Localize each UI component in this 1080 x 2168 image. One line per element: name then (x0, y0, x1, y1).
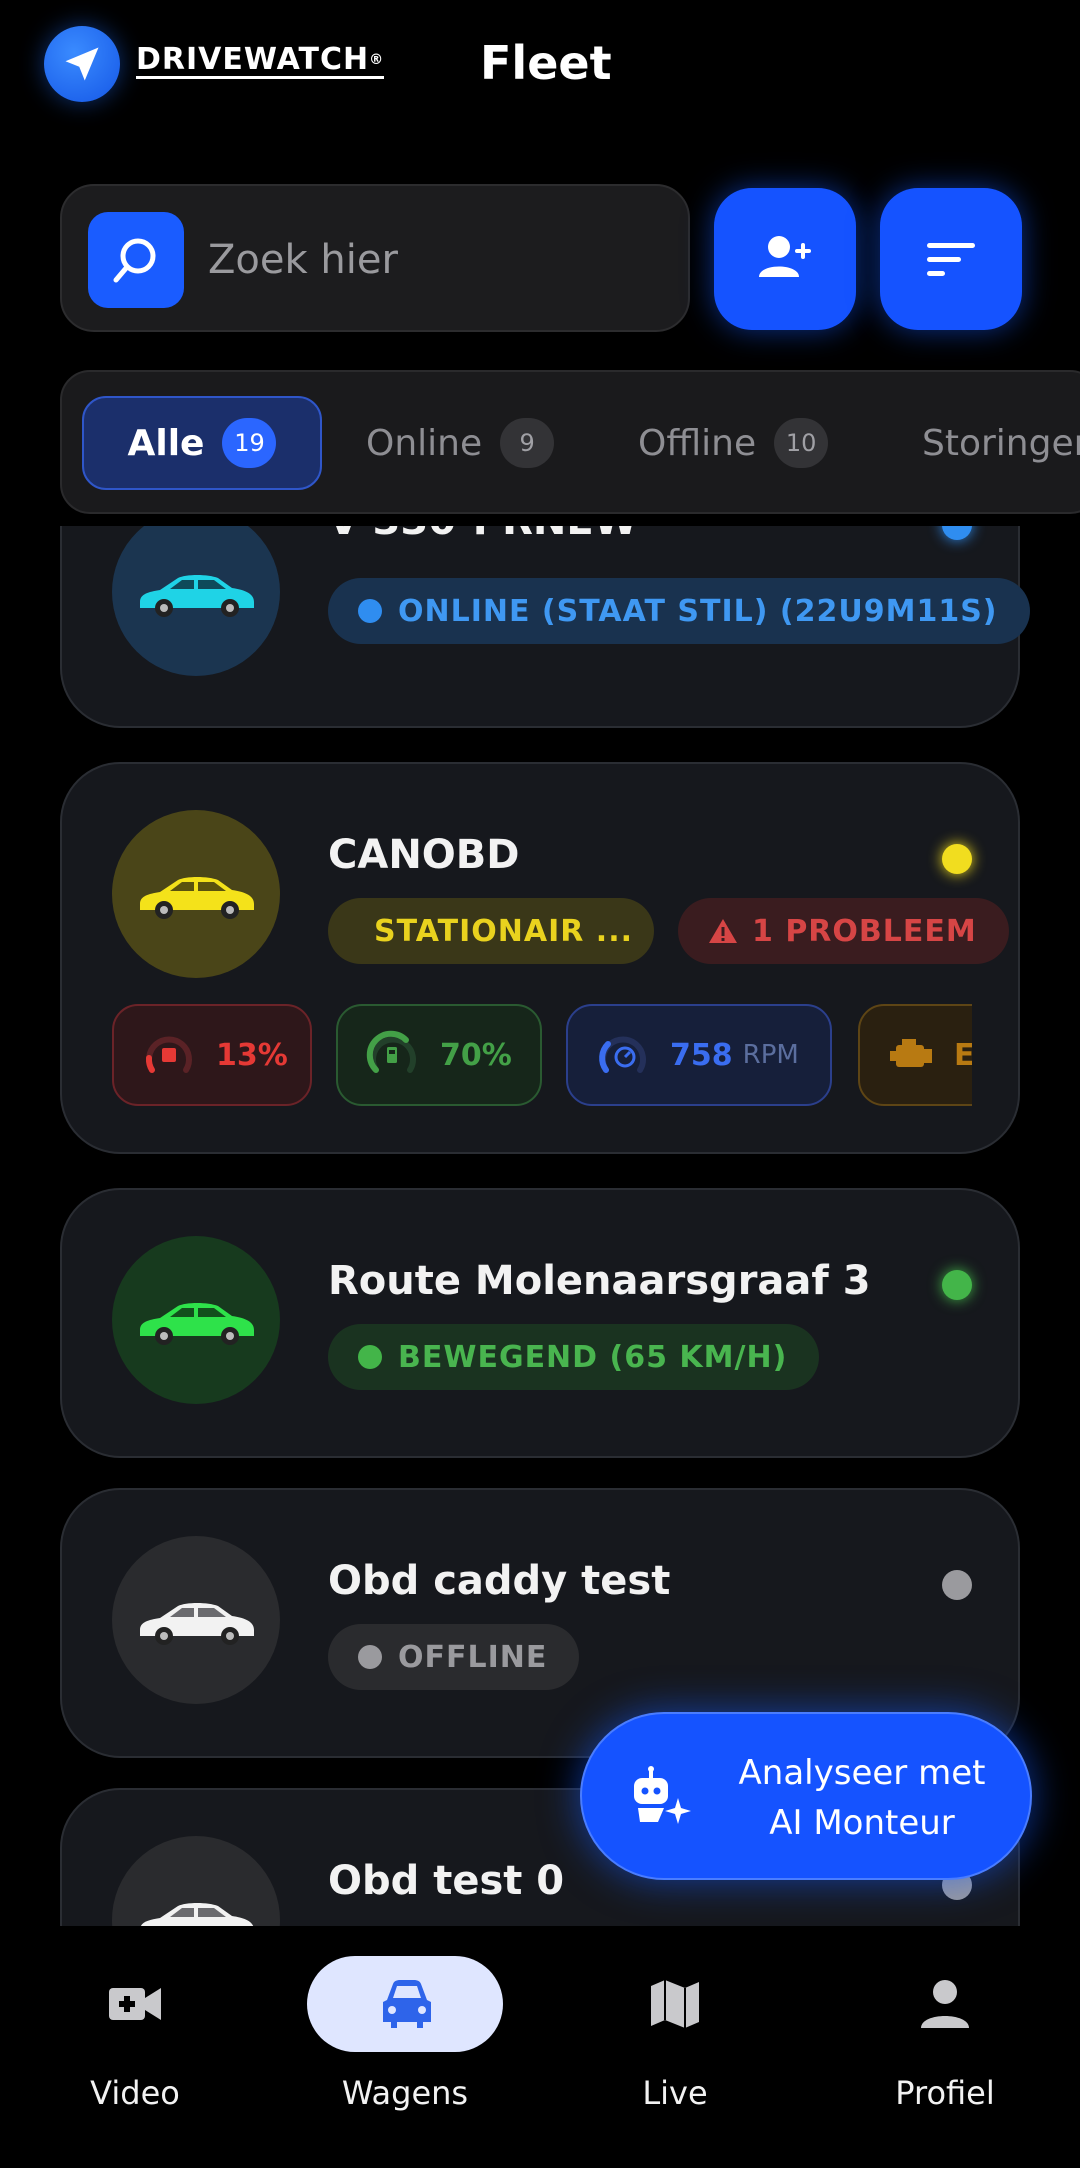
tab-count-badge: 9 (500, 418, 555, 468)
tab-label: Online (366, 422, 483, 464)
tachometer-icon (599, 1036, 646, 1073)
vehicle-card[interactable]: CANOBD STATIONAIR ... 1 PROBLEEM 13% 70%… (60, 762, 1020, 1154)
tab-offline[interactable]: Offline 10 (638, 396, 829, 490)
metrics-row[interactable]: 13% 70% 758 RPM E (112, 1004, 972, 1108)
tab-count-badge: 10 (774, 418, 829, 468)
vehicle-name: Route Molenaarsgraaf 3 (328, 1258, 871, 1304)
vehicle-status-dot (942, 1570, 972, 1600)
nav-label: Wagens (341, 2074, 469, 2112)
nav-label: Profiel (895, 2074, 995, 2112)
sort-filter-button[interactable] (880, 188, 1022, 330)
vehicle-name: Obd caddy test (328, 1558, 671, 1604)
ai-mechanic-button[interactable]: Analyseer met AI Monteur (580, 1712, 1032, 1880)
battery-gauge-icon (145, 1036, 192, 1073)
vehicle-name: CANOBD (328, 832, 520, 878)
status-label: ONLINE (STAAT STIL) (22U9M11S) (398, 593, 998, 629)
metric-value: 13% (216, 1037, 288, 1073)
logo-wordmark: DRIVEWATCH® (136, 42, 385, 79)
tab-count-badge: 19 (222, 418, 277, 468)
metric-battery[interactable]: 13% (112, 1004, 312, 1106)
car-side-icon (140, 1603, 254, 1645)
nav-live[interactable]: Live (575, 1956, 775, 2156)
logo-navigation-icon (44, 26, 120, 102)
tab-alle[interactable]: Alle 19 (82, 396, 322, 490)
nav-video[interactable]: Video (35, 1956, 235, 2156)
status-label: OFFLINE (398, 1639, 548, 1675)
map-icon (577, 1956, 773, 2052)
tab-label: Offline (638, 422, 757, 464)
vehicle-avatar (112, 1536, 280, 1704)
status-pill: ONLINE (STAAT STIL) (22U9M11S) (328, 578, 1030, 644)
vehicle-name: Obd test 0 (328, 1858, 565, 1904)
search-icon[interactable] (88, 212, 184, 308)
car-side-icon (140, 575, 254, 617)
vehicle-avatar (112, 526, 280, 676)
tab-online[interactable]: Online 9 (366, 396, 555, 490)
tab-label: Storingen (922, 422, 1080, 464)
vehicle-card[interactable]: Route Molenaarsgraaf 3 BEWEGEND (65 KM/H… (60, 1188, 1020, 1458)
filter-tabs: Alle 19 Online 9 Offline 10 Storingen (60, 370, 1080, 514)
car-icon (307, 1956, 503, 2052)
add-user-icon (759, 236, 811, 277)
search-input[interactable] (208, 234, 648, 286)
vehicle-status-dot (942, 844, 972, 874)
warning-triangle-icon (709, 919, 737, 943)
fab-label: Analyseer met AI Monteur (738, 1753, 986, 1843)
vehicle-status-dot (942, 1270, 972, 1300)
metric-value: 70% (440, 1037, 512, 1073)
metric-value: Er (954, 1037, 972, 1073)
bottom-navigation: Video Wagens Live Profiel (0, 1926, 1080, 2168)
status-label: BEWEGEND (65 KM/H) (398, 1339, 788, 1375)
search-bar[interactable] (60, 184, 690, 332)
tab-storingen[interactable]: Storingen (922, 396, 1080, 490)
vehicle-avatar (112, 1836, 280, 1926)
status-pill: STATIONAIR ... (328, 898, 654, 964)
metric-value: 758 (670, 1037, 733, 1073)
person-icon (847, 1956, 1043, 2052)
page-title: Fleet (480, 36, 612, 90)
nav-label: Video (90, 2074, 180, 2112)
ai-robot-sparkle-icon (634, 1766, 691, 1824)
nav-wagens[interactable]: Wagens (305, 1956, 505, 2156)
sort-lines-icon (927, 243, 975, 276)
metric-rpm[interactable]: 758 RPM (566, 1004, 832, 1106)
vehicle-status-dot (942, 526, 972, 540)
vehicle-avatar (112, 810, 280, 978)
status-pill: BEWEGEND (65 KM/H) (328, 1324, 820, 1390)
problem-label: 1 PROBLEEM (752, 913, 977, 949)
nav-profiel[interactable]: Profiel (845, 1956, 1045, 2156)
car-side-icon (140, 1903, 254, 1926)
car-side-icon (140, 1303, 254, 1345)
engine-icon (890, 1039, 932, 1067)
problem-badge[interactable]: 1 PROBLEEM (678, 898, 1009, 964)
fuel-gauge-icon (366, 1030, 416, 1073)
nav-label: Live (642, 2074, 708, 2112)
vehicle-card[interactable]: V-330-PRNEW ONLINE (STAAT STIL) (22U9M11… (60, 526, 1030, 728)
status-pill: OFFLINE (328, 1624, 580, 1690)
tab-label: Alle (127, 422, 205, 464)
metric-unit: RPM (742, 1040, 799, 1070)
video-camera-icon (37, 1956, 233, 2052)
status-label: STATIONAIR ... (374, 913, 633, 949)
metric-engine[interactable]: Er (858, 1004, 972, 1106)
vehicle-avatar (112, 1236, 280, 1404)
add-user-button[interactable] (714, 188, 856, 330)
metric-fuel[interactable]: 70% (336, 1004, 542, 1106)
app-header: DRIVEWATCH® Fleet (0, 0, 1080, 140)
vehicle-name: V-330-PRNEW (328, 526, 638, 544)
car-side-icon (140, 877, 254, 919)
